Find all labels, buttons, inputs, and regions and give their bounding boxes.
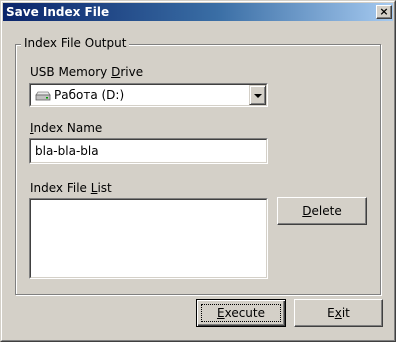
- index-file-list-label-text: Index File: [30, 181, 91, 195]
- index-name-input-field: bla-bla-bla: [30, 139, 267, 163]
- execute-button[interactable]: Execute: [196, 299, 286, 327]
- title-bar[interactable]: Save Index File ×: [3, 3, 393, 21]
- usb-drive-dropdown[interactable]: Работа (D:): [29, 83, 268, 107]
- drive-icon: [35, 91, 51, 101]
- exit-button-label-start: E: [327, 306, 335, 320]
- delete-button-accel: D: [302, 204, 312, 218]
- usb-drive-label-rest: rive: [120, 65, 144, 79]
- usb-drive-label: USB Memory Drive: [30, 65, 143, 80]
- usb-drive-label-accel: D: [111, 65, 121, 79]
- focus-rectangle: [201, 304, 281, 322]
- group-label: Index File Output: [21, 36, 130, 51]
- index-file-list-area: [30, 199, 267, 278]
- index-file-list-label: Index File List: [30, 181, 112, 196]
- exit-button[interactable]: Exit: [294, 299, 383, 327]
- usb-drive-dropdown-field: Работа (D:): [30, 84, 267, 106]
- save-index-file-dialog: Save Index File × Index File Output USB …: [0, 0, 396, 342]
- close-icon: ×: [379, 5, 389, 18]
- index-file-list[interactable]: [29, 198, 268, 279]
- exit-button-accel: x: [334, 306, 342, 320]
- delete-button-label: elete: [311, 204, 342, 218]
- index-file-list-label-rest: ist: [97, 181, 112, 195]
- index-name-input[interactable]: bla-bla-bla: [29, 138, 268, 164]
- window-title: Save Index File: [6, 5, 110, 19]
- index-name-label-text: ndex Name: [33, 121, 103, 135]
- usb-drive-selected-value: Работа (D:): [54, 88, 125, 102]
- index-name-value: bla-bla-bla: [35, 144, 99, 158]
- close-button[interactable]: ×: [376, 5, 392, 19]
- index-name-label: Index Name: [30, 121, 102, 136]
- chevron-down-icon[interactable]: [249, 85, 266, 105]
- delete-button[interactable]: Delete: [277, 197, 367, 225]
- usb-drive-label-text: USB Memory: [30, 65, 112, 79]
- exit-button-label-end: it: [341, 306, 350, 320]
